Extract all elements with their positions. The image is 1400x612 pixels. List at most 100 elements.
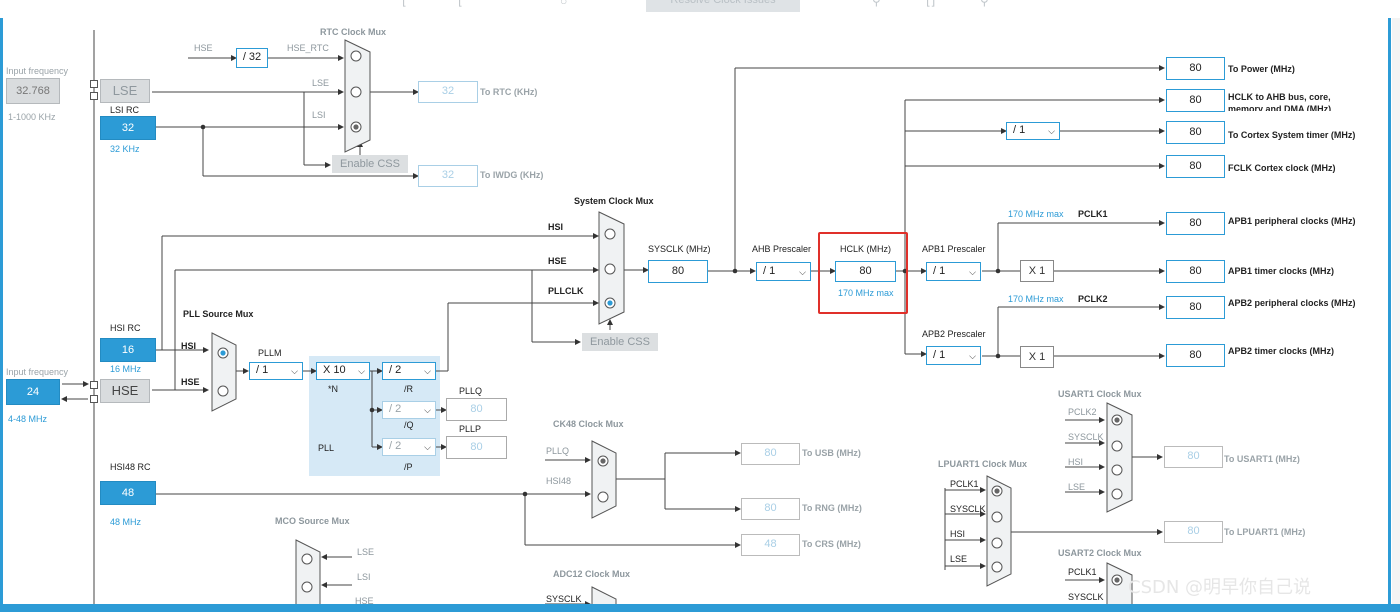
- apb2-prescaler-select[interactable]: / 1 ⌵: [926, 346, 981, 365]
- apb2-timer-output-label: APB2 timer clocks (MHz): [1228, 346, 1335, 356]
- rtc-lsi-label: LSI: [312, 110, 326, 120]
- usart1-pclk2: PCLK2: [1068, 407, 1097, 417]
- ck48-mux-title: CK48 Clock Mux: [553, 419, 624, 429]
- hse-range: 4-48 MHz: [8, 414, 48, 424]
- ck48-pllq: PLLQ: [546, 446, 570, 456]
- sysclk-label: SYSCLK (MHz): [648, 244, 711, 254]
- plln-select[interactable]: X 10 ⌵: [316, 362, 370, 380]
- pllq-div-label: /Q: [404, 420, 414, 430]
- chevron-down-icon: ⌵: [358, 366, 365, 376]
- lpuart1-mux-title: LPUART1 Clock Mux: [938, 459, 1028, 469]
- pclk1-label: PCLK1: [1078, 209, 1108, 219]
- lse-input-frequency-title: Input frequency: [6, 66, 69, 76]
- usart2-sysclk: SYSCLK: [1068, 592, 1104, 602]
- usart1-output-value: 80: [1164, 446, 1223, 468]
- pllr-label: /R: [404, 384, 413, 394]
- pll-source-hse: HSE: [181, 377, 200, 387]
- rtc-mux-title: RTC Clock Mux: [320, 27, 387, 37]
- apb1-timer-multiplier: X 1: [1020, 260, 1054, 282]
- enable-css-rtc-button[interactable]: Enable CSS: [332, 155, 408, 173]
- hsi48-rc-unit: 48 MHz: [110, 517, 142, 527]
- fclk-output-value: 80: [1166, 155, 1225, 178]
- mux-shapes: [211, 39, 1133, 612]
- hsi48-rc-value: 48: [100, 481, 156, 505]
- lpuart1-lse: LSE: [950, 554, 968, 564]
- sysclk-mux-hsi: HSI: [548, 222, 564, 232]
- usart1-mux-title: USART1 Clock Mux: [1058, 389, 1142, 399]
- hclk-ahb-output-label: HCLK to AHB bus, core, memory and DMA (M…: [1228, 92, 1332, 111]
- chevron-down-icon: ⌵: [291, 366, 298, 376]
- chevron-down-icon: ⌵: [1048, 126, 1055, 136]
- apb1-peripheral-output-value: 80: [1166, 212, 1225, 235]
- hsi-rc-value: 16: [100, 338, 156, 362]
- horizontal-scrollbar[interactable]: [0, 604, 1400, 612]
- rtc-hse-label: HSE: [194, 43, 213, 53]
- pllq-select[interactable]: / 2 ⌵: [382, 401, 436, 419]
- rtc-lse-label: LSE: [312, 78, 330, 88]
- cortex-timer-output-value: 80: [1166, 121, 1225, 144]
- rtc-output-label: To RTC (KHz): [480, 87, 538, 97]
- usart1-sysclk: SYSCLK: [1068, 432, 1104, 442]
- lsi-rc-unit: 32 KHz: [110, 144, 140, 154]
- hse-input-frequency[interactable]: 24: [6, 379, 60, 405]
- lse-input-frequency[interactable]: 32.768: [6, 78, 60, 104]
- plln-label: *N: [328, 384, 339, 394]
- hclk-ahb-output-value: 80: [1166, 89, 1225, 112]
- mco-lsi: LSI: [357, 572, 371, 582]
- lse-range: 1-1000 KHz: [8, 112, 56, 122]
- ahb-prescaler-select[interactable]: / 1 ⌵: [756, 262, 811, 281]
- pllq-output-label: PLLQ: [459, 386, 483, 396]
- hse-pin-top: [90, 381, 98, 389]
- pllr-select[interactable]: / 2 ⌵: [382, 362, 436, 380]
- usb-output-value: 80: [741, 443, 800, 465]
- pll-source-mux-title: PLL Source Mux: [183, 309, 254, 319]
- crs-output-value: 48: [741, 534, 800, 556]
- power-output-label: To Power (MHz): [1228, 64, 1295, 74]
- hsi-rc-label: HSI RC: [110, 323, 141, 333]
- rng-output-value: 80: [741, 498, 800, 520]
- lpuart1-output-label: To LPUART1 (MHz): [1224, 527, 1306, 537]
- rng-output-label: To RNG (MHz): [802, 503, 862, 513]
- ck48-hsi48: HSI48: [546, 476, 572, 486]
- enable-css-button[interactable]: Enable CSS: [582, 333, 658, 351]
- sysclk-value: 80: [648, 260, 708, 283]
- apb1-prescaler-select[interactable]: / 1 ⌵: [926, 262, 981, 281]
- apb2-prescaler-label: APB2 Prescaler: [922, 329, 986, 339]
- lpuart1-hsi: HSI: [950, 529, 966, 539]
- usb-output-label: To USB (MHz): [802, 448, 861, 458]
- chevron-down-icon: ⌵: [424, 405, 431, 415]
- usart2-pclk1: PCLK1: [1068, 567, 1097, 577]
- lse-pin-bottom: [90, 92, 98, 100]
- lsi-rc-value: 32: [100, 116, 156, 140]
- apb2-timer-multiplier: X 1: [1020, 346, 1054, 368]
- pllm-label: PLLM: [258, 348, 282, 358]
- apb2-max: 170 MHz max: [1008, 294, 1064, 304]
- lpuart1-sysclk: SYSCLK: [950, 504, 986, 514]
- pllp-div-label: /P: [404, 462, 413, 472]
- iwdg-output-value: 32: [418, 165, 478, 187]
- lpuart1-output-value: 80: [1164, 521, 1223, 543]
- lse-oscillator[interactable]: LSE: [100, 79, 150, 103]
- rtc-div32: / 32: [236, 48, 268, 68]
- apb1-prescaler-label: APB1 Prescaler: [922, 244, 986, 254]
- sysclk-mux-pllclk: PLLCLK: [548, 286, 584, 296]
- adc12-sysclk: SYSCLK: [546, 594, 582, 604]
- hse-oscillator[interactable]: HSE: [100, 379, 150, 403]
- chevron-down-icon: ⌵: [424, 442, 431, 452]
- sysclk-mux-title: System Clock Mux: [574, 196, 654, 206]
- cortex-timer-output-label: To Cortex System timer (MHz): [1228, 130, 1356, 140]
- mco-lse: LSE: [357, 547, 375, 557]
- pll-source-hsi: HSI: [181, 341, 197, 351]
- mco-mux-title: MCO Source Mux: [275, 516, 350, 526]
- pllm-select[interactable]: / 1 ⌵: [249, 362, 303, 380]
- pclk2-label: PCLK2: [1078, 294, 1108, 304]
- pllp-select[interactable]: / 2 ⌵: [382, 438, 436, 456]
- adc12-mux-title: ADC12 Clock Mux: [553, 569, 631, 579]
- chevron-down-icon: ⌵: [969, 267, 976, 277]
- apb1-timer-output-value: 80: [1166, 260, 1225, 283]
- cortex-timer-divider-select[interactable]: / 1 ⌵: [1006, 122, 1060, 140]
- hclk-highlight: [818, 232, 908, 314]
- lse-pin-top: [90, 80, 98, 88]
- apb2-timer-output-value: 80: [1166, 344, 1225, 367]
- hsi48-rc-label: HSI48 RC: [110, 462, 151, 472]
